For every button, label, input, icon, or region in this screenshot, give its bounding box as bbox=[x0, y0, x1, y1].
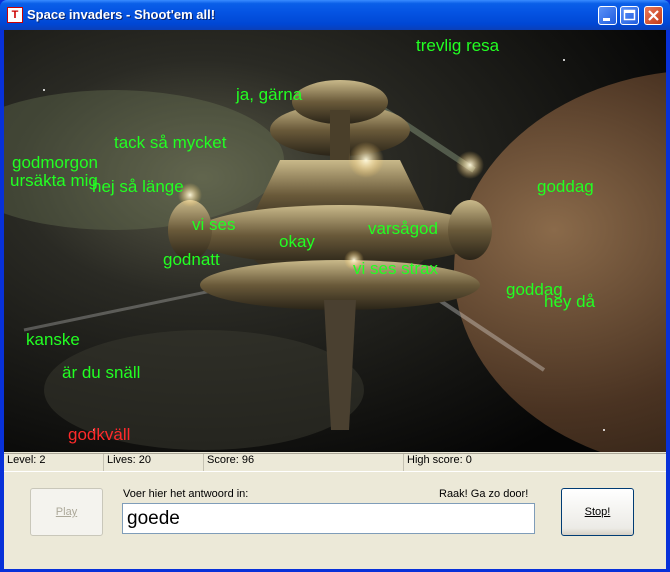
maximize-icon bbox=[623, 9, 636, 21]
window-title: Space invaders - Shoot'em all! bbox=[27, 7, 216, 22]
game-window: T Space invaders - Shoot'em all! trevlig… bbox=[0, 0, 670, 572]
word-ursakta-mig: ursäkta mig bbox=[10, 171, 98, 190]
maximize-button[interactable] bbox=[620, 6, 639, 25]
game-canvas[interactable]: trevlig resa ja, gärna tack så mycket go… bbox=[4, 30, 666, 452]
word-kanske: kanske bbox=[26, 330, 80, 349]
feedback-label: Raak! Ga zo door! bbox=[439, 488, 529, 500]
stop-button[interactable]: Stop! bbox=[561, 488, 634, 536]
status-lives: Lives: 20 bbox=[104, 454, 204, 471]
space-station-background bbox=[4, 30, 666, 452]
word-godkvall-target: godkväll bbox=[68, 425, 131, 444]
client-area: trevlig resa ja, gärna tack så mycket go… bbox=[4, 30, 666, 569]
word-trevlig-resa: trevlig resa bbox=[416, 36, 500, 55]
word-varsagod: varsågod bbox=[368, 219, 438, 238]
status-high-score: High score: 0 bbox=[407, 454, 472, 466]
status-bar: Level: 2 Lives: 20 Score: 96 High score:… bbox=[4, 453, 666, 471]
word-ja-garna: ja, gärna bbox=[236, 85, 303, 104]
minimize-button[interactable] bbox=[598, 6, 617, 25]
word-godmorgon: godmorgon bbox=[12, 153, 99, 172]
app-icon[interactable]: T bbox=[7, 7, 23, 23]
word-hej-sa-lange: hej så länge bbox=[92, 177, 184, 196]
control-panel: Play Voer hier het antwoord in: Raak! Ga… bbox=[4, 471, 666, 569]
word-vi-ses: vi ses bbox=[192, 215, 236, 234]
close-icon bbox=[648, 10, 659, 21]
minimize-icon bbox=[603, 18, 610, 21]
word-okay: okay bbox=[279, 232, 315, 251]
word-tack-sa-mycket: tack så mycket bbox=[114, 133, 227, 152]
answer-prompt-label: Voer hier het antwoord in: bbox=[123, 488, 249, 500]
word-ar-du-snall: är du snäll bbox=[62, 363, 141, 382]
answer-input[interactable] bbox=[122, 503, 535, 534]
word-vi-ses-strax: vi ses strax bbox=[353, 259, 439, 278]
play-button[interactable]: Play bbox=[30, 488, 103, 536]
status-score: Score: 96 bbox=[204, 454, 404, 471]
word-hey-da: hey då bbox=[544, 292, 596, 311]
status-level: Level: 2 bbox=[4, 454, 104, 471]
close-button[interactable] bbox=[644, 6, 663, 25]
word-godnatt: godnatt bbox=[163, 250, 220, 269]
word-goddag: goddag bbox=[537, 177, 594, 196]
title-bar[interactable]: T Space invaders - Shoot'em all! bbox=[0, 0, 670, 30]
